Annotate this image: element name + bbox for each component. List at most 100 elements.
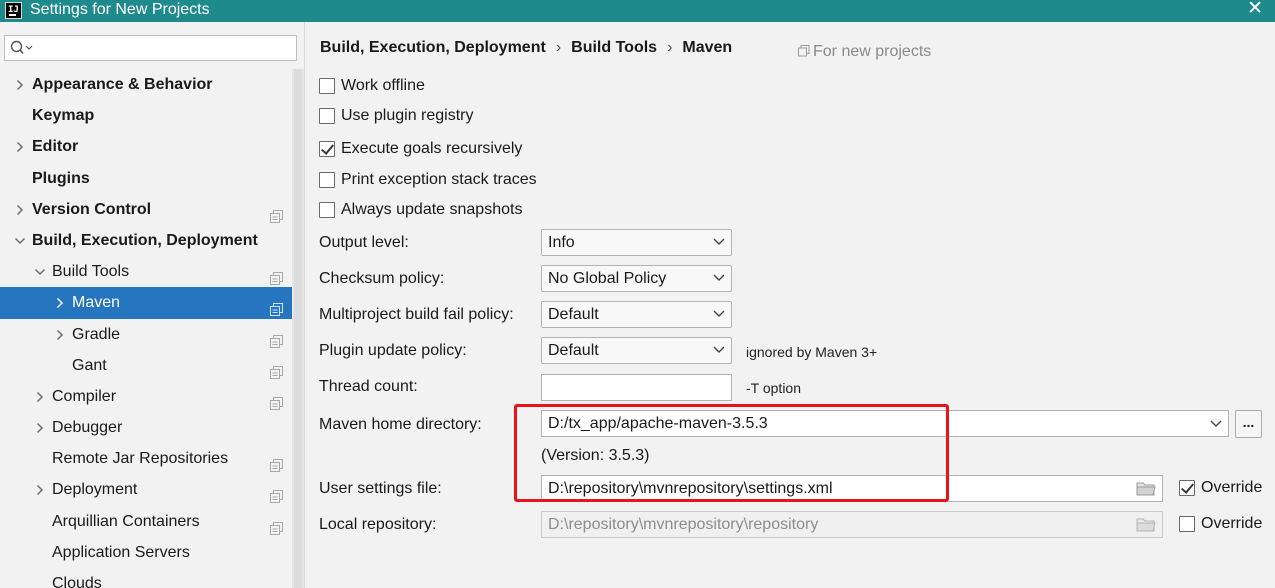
breadcrumb-item[interactable]: Build, Execution, Deployment — [320, 39, 546, 56]
sidebar-item-label: Build, Execution, Deployment — [32, 231, 258, 249]
thread-count-input[interactable] — [541, 374, 732, 401]
sidebar-item-label: Plugins — [32, 169, 90, 187]
project-scope-icon — [270, 390, 284, 410]
settings-tree: Appearance & Behavior Keymap Editor Plugins… — [0, 69, 292, 588]
sidebar-item-maven[interactable]: Maven — [0, 287, 292, 319]
work-offline-label: Work offline — [341, 77, 425, 94]
maven-home-label: Maven home directory: — [319, 416, 482, 433]
sidebar-item-gant[interactable]: Gant — [0, 350, 292, 381]
chevron-down-icon — [713, 274, 725, 281]
window-titlebar: IJ Settings for New Projects ✕ — [0, 0, 1275, 22]
work-offline-checkbox[interactable] — [319, 78, 335, 94]
user-settings-override-checkbox[interactable] — [1179, 480, 1195, 496]
sidebar-item-version-control[interactable]: Version Control — [0, 194, 292, 225]
sidebar-item-label: Gradle — [72, 325, 121, 343]
sidebar-item-build-execution-deployment[interactable]: Build, Execution, Deployment — [0, 225, 292, 256]
output-level-label: Output level: — [319, 234, 409, 251]
chevron-down-icon — [713, 310, 725, 317]
sidebar-item-label: Editor — [32, 138, 79, 156]
folder-icon — [1136, 518, 1156, 532]
sidebar-item-deployment[interactable]: Deployment — [0, 474, 292, 505]
user-settings-input[interactable]: D:\repository\mvnrepository\settings.xml — [541, 475, 1163, 502]
project-scope-icon — [270, 515, 284, 535]
chevron-right-icon[interactable] — [14, 69, 26, 100]
chevron-down-icon[interactable] — [34, 256, 46, 287]
intellij-app-icon: IJ — [5, 2, 22, 19]
plugin-update-policy-value: Default — [548, 342, 599, 359]
sidebar-item-build-tools[interactable]: Build Tools — [0, 256, 292, 287]
breadcrumb-item[interactable]: Build Tools — [571, 39, 657, 56]
sidebar-item-debugger[interactable]: Debugger — [0, 412, 292, 443]
chevron-right-icon[interactable] — [34, 412, 46, 443]
sidebar-scrollbar[interactable] — [292, 69, 304, 588]
folder-icon[interactable] — [1136, 481, 1156, 496]
sidebar-item-keymap[interactable]: Keymap — [0, 100, 292, 131]
maven-version-text: (Version: 3.5.3) — [541, 447, 650, 464]
sidebar-item-compiler[interactable]: Compiler — [0, 381, 292, 412]
sidebar-item-arquillian-containers[interactable]: Arquillian Containers — [0, 506, 292, 537]
print-exception-traces-label: Print exception stack traces — [341, 171, 537, 188]
user-settings-label: User settings file: — [319, 480, 442, 497]
plugin-update-policy-hint: ignored by Maven 3+ — [746, 344, 878, 360]
sidebar-item-label: Arquillian Containers — [52, 512, 200, 530]
search-icon — [10, 40, 33, 55]
sidebar-item-label: Keymap — [32, 107, 95, 125]
chevron-right-icon[interactable] — [14, 194, 26, 225]
sidebar-item-label: Debugger — [52, 419, 123, 437]
close-icon[interactable]: ✕ — [1247, 0, 1263, 18]
plugin-update-policy-select[interactable]: Default — [541, 337, 732, 364]
sidebar-item-remote-jar-repositories[interactable]: Remote Jar Repositories — [0, 443, 292, 474]
search-input[interactable] — [4, 35, 297, 61]
maven-home-value: D:/tx_app/apache-maven-3.5.3 — [548, 415, 768, 432]
use-plugin-registry-label: Use plugin registry — [341, 107, 474, 124]
sidebar-item-gradle[interactable]: Gradle — [0, 319, 292, 350]
multiproject-fail-policy-select[interactable]: Default — [541, 301, 732, 328]
execute-goals-recursively-label: Execute goals recursively — [341, 140, 523, 157]
local-repository-value: D:\repository\mvnrepository\repository — [548, 516, 819, 533]
chevron-down-icon[interactable] — [14, 225, 26, 256]
checksum-policy-value: No Global Policy — [548, 270, 667, 287]
breadcrumb-separator: › — [555, 39, 562, 56]
chevron-right-icon[interactable] — [34, 381, 46, 412]
chevron-right-icon[interactable] — [34, 474, 46, 505]
thread-count-hint: -T option — [746, 380, 801, 396]
sidebar-item-label: Gant — [72, 356, 107, 374]
execute-goals-recursively-checkbox[interactable] — [319, 141, 335, 157]
sidebar-item-label: Build Tools — [52, 263, 130, 281]
output-level-select[interactable]: Info — [541, 229, 732, 256]
print-exception-traces-checkbox[interactable] — [319, 172, 335, 188]
sidebar-item-label: Maven — [72, 294, 121, 312]
browse-maven-home-button[interactable]: ... — [1235, 410, 1262, 438]
local-repository-override-checkbox[interactable] — [1179, 516, 1195, 532]
checksum-policy-select[interactable]: No Global Policy — [541, 265, 732, 292]
sidebar-item-plugins[interactable]: Plugins — [0, 163, 292, 194]
plugin-update-policy-label: Plugin update policy: — [319, 342, 467, 359]
chevron-down-icon — [713, 346, 725, 353]
sidebar-item-editor[interactable]: Editor — [0, 131, 292, 162]
sidebar-item-clouds[interactable]: Clouds — [0, 568, 292, 588]
chevron-right-icon[interactable] — [54, 319, 66, 350]
scope-note: For new projects — [798, 43, 931, 61]
scope-note-text: For new projects — [813, 43, 932, 60]
chevron-down-icon[interactable] — [1210, 420, 1222, 428]
project-scope-icon — [270, 359, 284, 379]
sidebar-item-label: Appearance & Behavior — [32, 76, 213, 93]
maven-home-combo[interactable]: D:/tx_app/apache-maven-3.5.3 — [541, 410, 1229, 437]
breadcrumb-item: Maven — [682, 39, 733, 56]
always-update-snapshots-label: Always update snapshots — [341, 201, 523, 218]
settings-sidebar: Appearance & Behavior Keymap Editor Plugins… — [0, 22, 305, 588]
project-scope-icon — [270, 265, 284, 286]
project-scope-icon — [270, 483, 284, 504]
use-plugin-registry-checkbox[interactable] — [319, 108, 335, 124]
chevron-right-icon[interactable] — [14, 131, 26, 162]
sidebar-item-application-servers[interactable]: Application Servers — [0, 537, 292, 568]
chevron-right-icon[interactable] — [54, 287, 66, 318]
always-update-snapshots-checkbox[interactable] — [319, 202, 335, 218]
local-repository-input: D:\repository\mvnrepository\repository — [541, 511, 1163, 538]
scrollbar-thumb[interactable] — [294, 69, 302, 588]
sidebar-item-appearance-behavior[interactable]: Appearance & Behavior — [0, 69, 292, 100]
project-scope-icon — [270, 452, 284, 473]
local-repository-override-label: Override — [1201, 515, 1263, 532]
sidebar-item-label: Deployment — [52, 481, 138, 499]
multiproject-fail-policy-label: Multiproject build fail policy: — [319, 306, 514, 323]
